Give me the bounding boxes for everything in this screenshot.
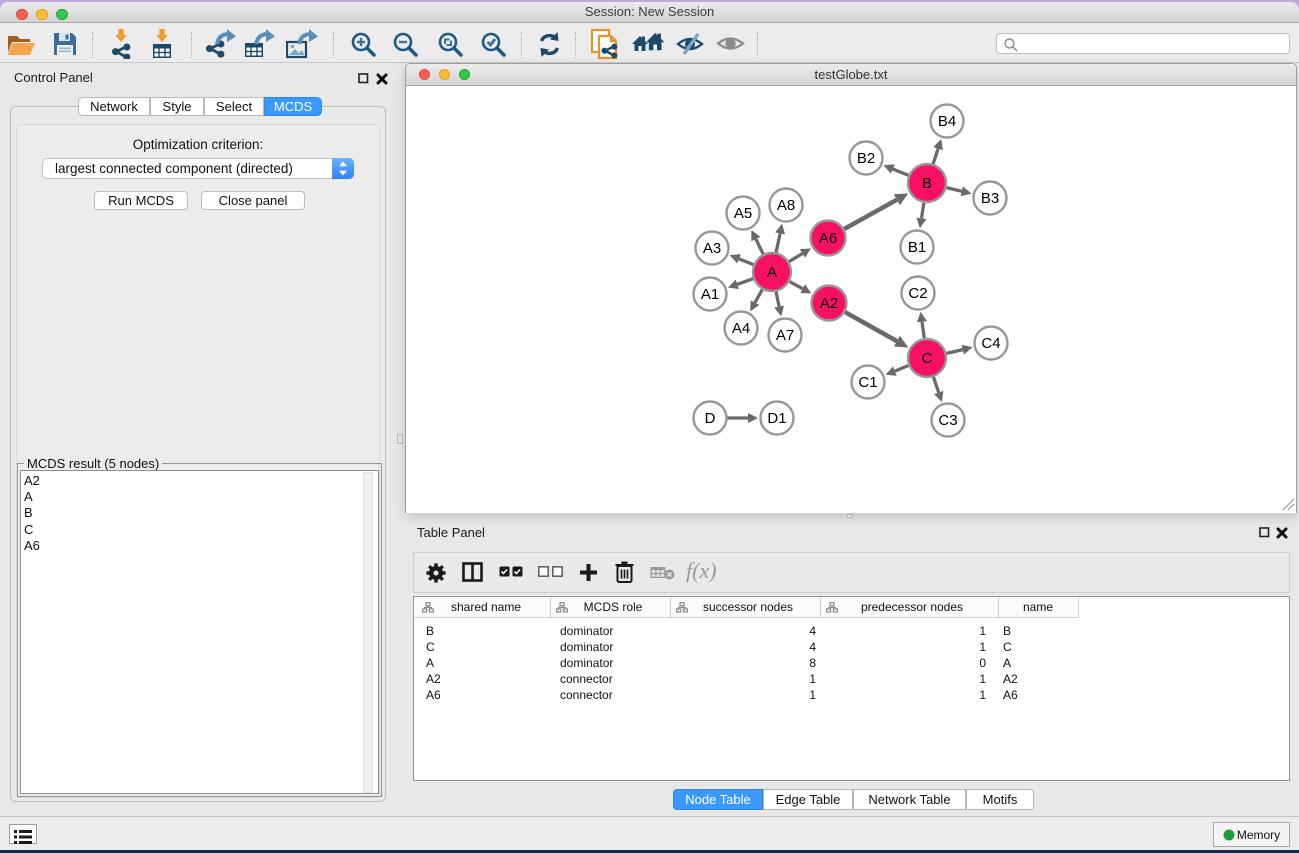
svg-text:D: D xyxy=(705,410,716,427)
svg-text:C4: C4 xyxy=(981,335,1000,352)
svg-text:A6: A6 xyxy=(819,230,837,247)
svg-text:A8: A8 xyxy=(777,197,795,214)
svg-text:A3: A3 xyxy=(703,240,721,257)
svg-text:B2: B2 xyxy=(857,150,875,167)
svg-text:A1: A1 xyxy=(701,286,719,303)
svg-text:A5: A5 xyxy=(734,205,752,222)
svg-text:C1: C1 xyxy=(858,374,877,391)
svg-text:B4: B4 xyxy=(938,113,956,130)
svg-text:A4: A4 xyxy=(732,320,750,337)
svg-text:A7: A7 xyxy=(776,327,794,344)
svg-text:B1: B1 xyxy=(908,239,926,256)
svg-text:B: B xyxy=(922,175,932,192)
svg-text:D1: D1 xyxy=(767,410,786,427)
svg-text:A2: A2 xyxy=(820,295,838,312)
svg-text:C3: C3 xyxy=(938,412,957,429)
svg-text:A: A xyxy=(767,264,777,281)
svg-text:C2: C2 xyxy=(908,285,927,302)
svg-text:B3: B3 xyxy=(981,190,999,207)
svg-text:C: C xyxy=(922,350,933,367)
